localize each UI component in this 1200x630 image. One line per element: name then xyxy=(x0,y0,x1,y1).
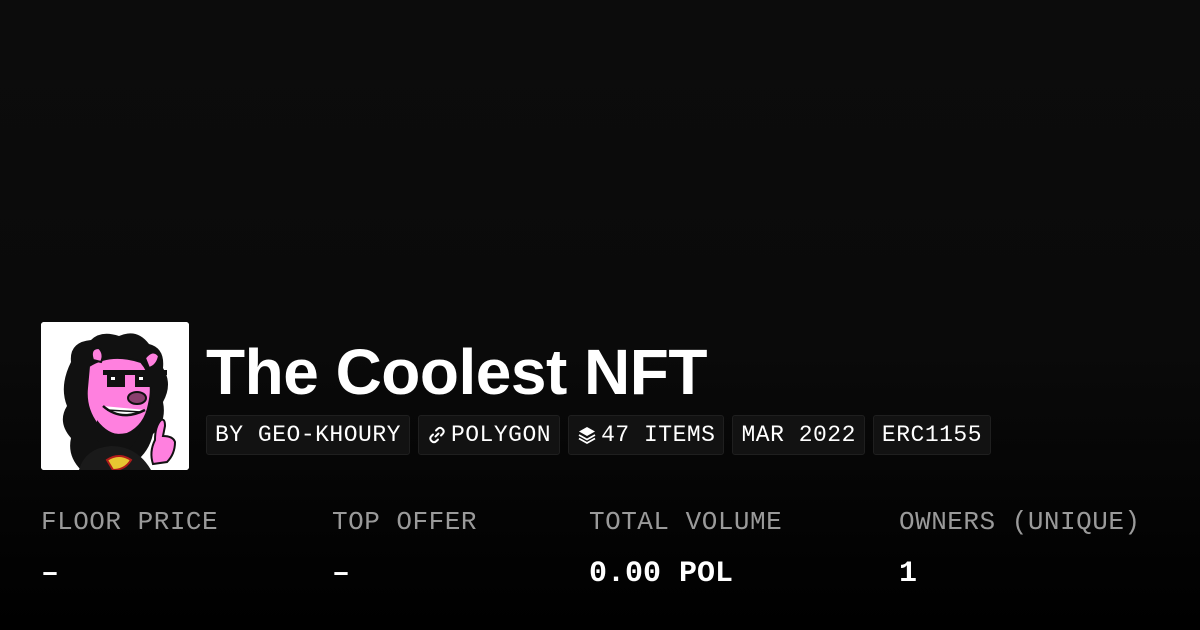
items-tag-label: 47 ITEMS xyxy=(601,422,716,448)
collection-tags: BY GEO-KHOURY POLYGON 47 ITEMS MAR 2022 … xyxy=(206,415,992,455)
stat-label: OWNERS (UNIQUE) xyxy=(899,507,1141,537)
pink-lion-with-sunglasses-image xyxy=(41,322,189,470)
items-tag: 47 ITEMS xyxy=(568,415,725,455)
chain-link-icon xyxy=(427,425,447,445)
stat-value: – xyxy=(41,557,60,591)
date-tag-label: MAR 2022 xyxy=(741,422,856,448)
collection-title: The Coolest NFT xyxy=(206,336,707,408)
stat-floor-price: FLOOR PRICE – xyxy=(41,504,218,594)
stat-total-volume: TOTAL VOLUME 0.00 POL xyxy=(589,504,782,594)
standard-tag: ERC1155 xyxy=(872,415,992,455)
creator-tag-label: BY GEO-KHOURY xyxy=(215,422,401,448)
chain-tag[interactable]: POLYGON xyxy=(417,415,561,455)
stat-value: – xyxy=(332,557,351,591)
stat-value: 1 xyxy=(899,557,918,591)
stat-label: FLOOR PRICE xyxy=(41,507,219,537)
layers-icon xyxy=(577,425,597,445)
stat-label: TOP OFFER xyxy=(332,507,477,537)
stat-value: 0.00 POL xyxy=(589,557,734,591)
standard-tag-label: ERC1155 xyxy=(881,422,983,448)
stat-top-offer: TOP OFFER – xyxy=(332,504,477,594)
stat-label: TOTAL VOLUME xyxy=(589,507,783,537)
date-tag: MAR 2022 xyxy=(732,415,865,455)
collection-avatar xyxy=(41,322,189,470)
creator-tag[interactable]: BY GEO-KHOURY xyxy=(206,415,410,455)
chain-tag-label: POLYGON xyxy=(450,422,552,448)
stat-owners: OWNERS (UNIQUE) 1 xyxy=(899,504,1141,594)
